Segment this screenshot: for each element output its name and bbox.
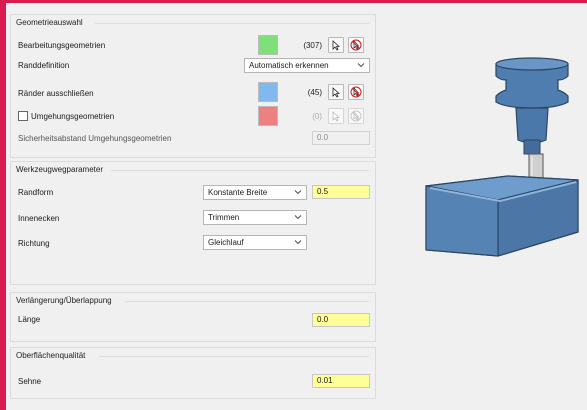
top-accent-bar bbox=[0, 0, 587, 3]
length-label: Länge bbox=[18, 315, 41, 324]
chevron-down-icon bbox=[357, 63, 365, 68]
group-separator bbox=[125, 301, 369, 302]
group-separator bbox=[95, 23, 369, 24]
group-toolpath-parameters: Werkzeugwegparameter Randform Konstante … bbox=[10, 161, 376, 285]
deselect-bypass-geometry-button[interactable] bbox=[348, 108, 364, 124]
inner-corners-label: Innenecken bbox=[18, 214, 60, 223]
left-accent-bar bbox=[0, 0, 6, 410]
cursor-arrow-icon bbox=[332, 110, 341, 122]
bypass-geometry-checkbox[interactable] bbox=[18, 111, 28, 121]
edit-geometry-label: Bearbeitungsgeometrien bbox=[18, 41, 106, 50]
edit-geometry-color-swatch[interactable] bbox=[258, 35, 278, 55]
deselect-edit-geometry-button[interactable] bbox=[348, 37, 364, 53]
edge-form-label: Randform bbox=[18, 188, 54, 197]
group-separator bbox=[111, 170, 369, 171]
direction-select[interactable]: Gleichlauf bbox=[203, 235, 307, 250]
exclude-edges-label: Ränder ausschließen bbox=[18, 89, 94, 98]
bypass-geometry-color-swatch[interactable] bbox=[258, 106, 278, 126]
group-separator bbox=[99, 356, 369, 357]
cursor-arrow-icon bbox=[332, 86, 341, 98]
chevron-down-icon bbox=[294, 240, 302, 245]
select-bypass-geometry-button[interactable] bbox=[328, 108, 344, 124]
edge-form-width-field[interactable]: 0.5 bbox=[312, 185, 370, 199]
exclude-edges-color-swatch[interactable] bbox=[258, 82, 278, 102]
select-exclude-edges-button[interactable] bbox=[328, 84, 344, 100]
bypass-geometry-label: Umgehungsgeometrien bbox=[31, 112, 115, 121]
edge-definition-label: Randdefinition bbox=[18, 61, 70, 70]
inner-corners-select[interactable]: Trimmen bbox=[203, 210, 307, 225]
group-title: Werkzeugwegparameter bbox=[16, 165, 104, 174]
direction-label: Richtung bbox=[18, 239, 50, 248]
cursor-arrow-icon bbox=[332, 39, 341, 51]
length-field[interactable]: 0.0 bbox=[312, 313, 370, 327]
select-edit-geometry-button[interactable] bbox=[328, 37, 344, 53]
milling-tool-illustration bbox=[425, 57, 579, 257]
inner-corners-value: Trimmen bbox=[208, 213, 240, 222]
exclude-edges-count: (45) bbox=[307, 88, 322, 97]
deselect-cursor-icon bbox=[350, 110, 362, 122]
chord-field[interactable]: 0.01 bbox=[312, 374, 370, 388]
group-geometry-selection: Geometrieauswahl Bearbeitungsgeometrien … bbox=[10, 14, 376, 158]
bypass-geometry-count: (0) bbox=[312, 112, 322, 121]
group-title: Oberflächenqualität bbox=[16, 351, 86, 360]
group-extension-overlap: Verlängerung/Überlappung Länge 0.0 bbox=[10, 292, 376, 342]
group-title: Verlängerung/Überlappung bbox=[16, 296, 112, 305]
safety-distance-field[interactable]: 0.0 bbox=[312, 131, 370, 145]
chord-label: Sehne bbox=[18, 377, 42, 386]
group-surface-quality: Oberflächenqualität Sehne 0.01 bbox=[10, 347, 376, 399]
chevron-down-icon bbox=[294, 190, 302, 195]
deselect-cursor-icon bbox=[350, 86, 362, 98]
safety-distance-label: Sicherheitsabstand Umgehungsgeometrien bbox=[18, 134, 172, 143]
edit-geometry-count: (307) bbox=[303, 41, 322, 50]
deselect-cursor-icon bbox=[350, 39, 362, 51]
edge-form-select[interactable]: Konstante Breite bbox=[203, 185, 307, 200]
group-title: Geometrieauswahl bbox=[16, 18, 83, 27]
edge-definition-select[interactable]: Automatisch erkennen bbox=[244, 58, 370, 73]
deselect-exclude-edges-button[interactable] bbox=[348, 84, 364, 100]
edge-form-value: Konstante Breite bbox=[208, 188, 268, 197]
chevron-down-icon bbox=[294, 215, 302, 220]
edge-definition-value: Automatisch erkennen bbox=[249, 61, 329, 70]
direction-value: Gleichlauf bbox=[208, 238, 244, 247]
